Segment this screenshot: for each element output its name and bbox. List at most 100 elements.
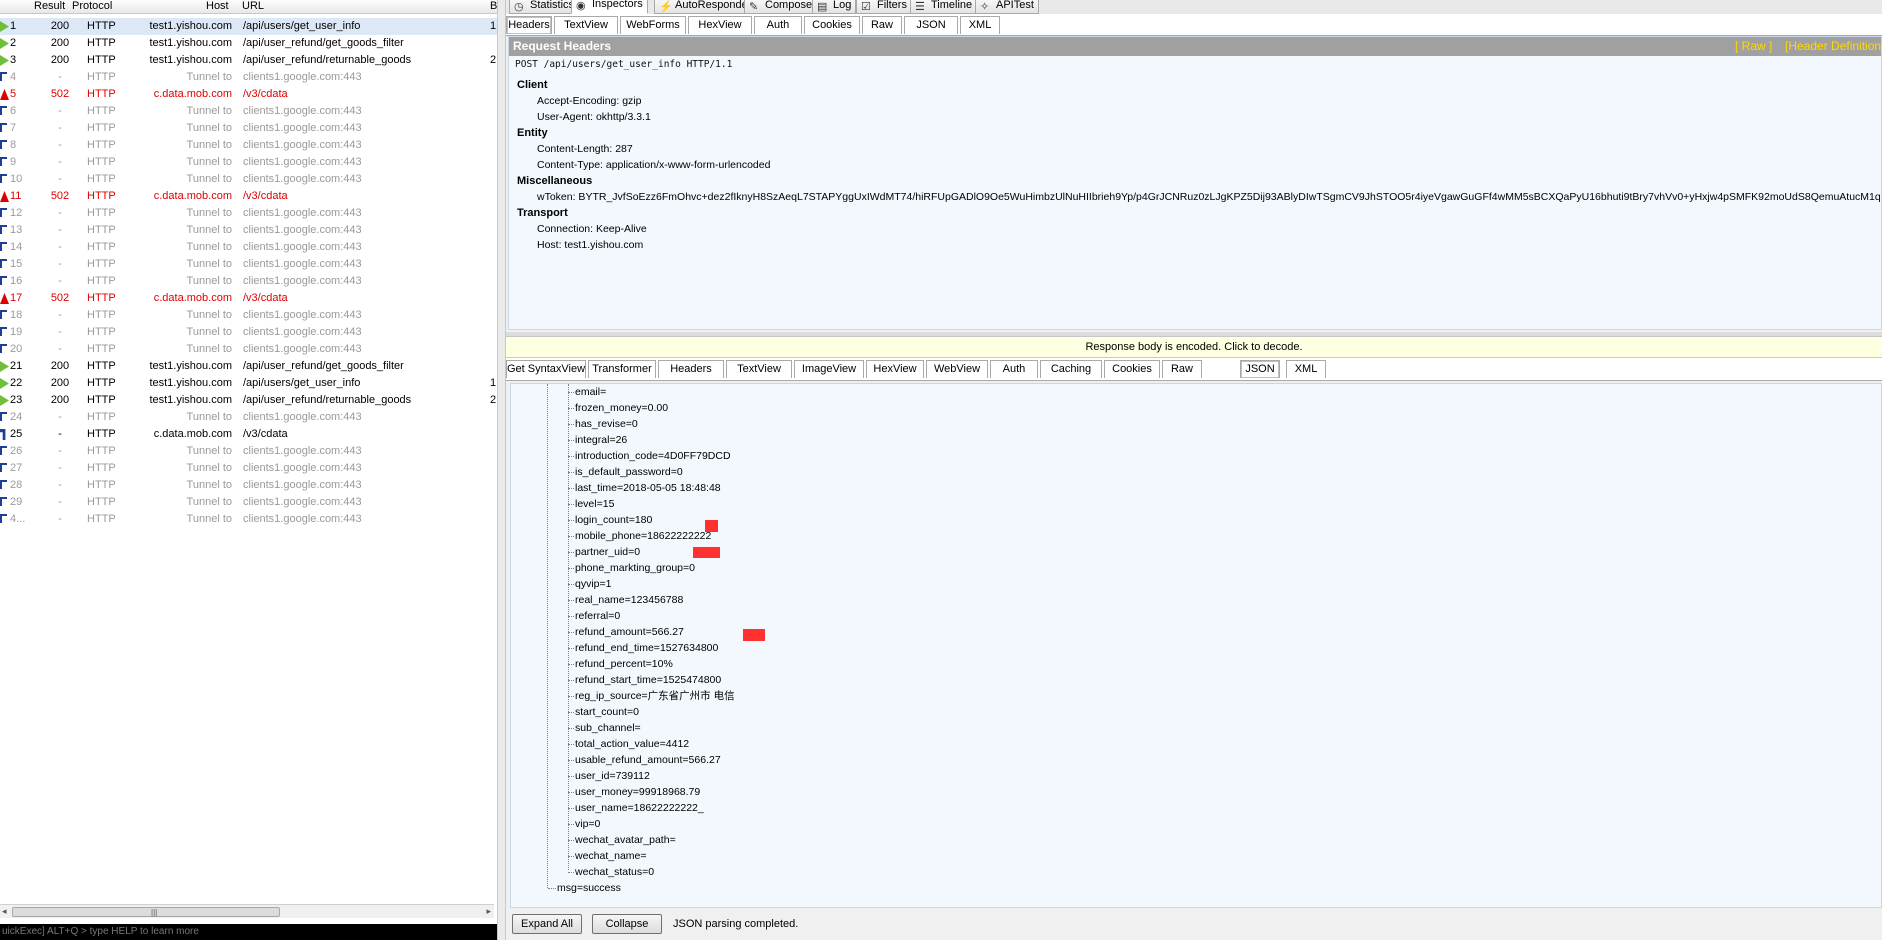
json-node[interactable]: usable_refund_amount=566.27 xyxy=(568,752,721,768)
session-row[interactable]: 20 - HTTP Tunnel to clients1.google.com:443 xyxy=(0,341,497,358)
json-node[interactable]: sub_channel= xyxy=(568,720,641,736)
json-node[interactable]: wechat_name= xyxy=(568,848,647,864)
tab-statistics[interactable]: ◷ Statistics xyxy=(509,0,580,14)
session-row[interactable]: 21 200 HTTP test1.yishou.com/api/user_refun… xyxy=(0,358,497,375)
main-splitter[interactable] xyxy=(497,0,506,940)
json-node[interactable]: introduction_code=4D0FF79DCD xyxy=(568,448,731,464)
session-row[interactable]: 10 - HTTP Tunnel to clients1.google.com:443 xyxy=(0,171,497,188)
tab-apitest[interactable]: ✧ APITest xyxy=(975,0,1039,14)
json-node[interactable]: qyvip=1 xyxy=(567,576,611,592)
session-row[interactable]: 17 502 HTTP c.data.mob.com/v3/cdata xyxy=(0,290,497,307)
expand-all-button[interactable]: Expand All xyxy=(512,914,582,934)
session-row[interactable]: 29 - HTTP Tunnel to clients1.google.com:443 xyxy=(0,494,497,511)
session-row[interactable]: 6 - HTTP Tunnel to clients1.google.com:443 xyxy=(0,103,497,120)
response-tab-headers[interactable]: Headers xyxy=(658,360,724,378)
json-node[interactable]: user_money=99918968.79 xyxy=(567,784,700,800)
response-tab-cookies[interactable]: Cookies xyxy=(1104,360,1160,378)
tab-inspectors[interactable]: ◉ Inspectors xyxy=(571,0,648,14)
request-tab-xml[interactable]: XML xyxy=(960,16,1000,34)
session-row[interactable]: 4 - HTTP Tunnel to clients1.google.com:443 xyxy=(0,69,497,86)
response-tab-hexview[interactable]: HexView xyxy=(866,360,924,378)
request-tab-auth[interactable]: Auth xyxy=(754,16,802,34)
session-row[interactable]: 26 - HTTP Tunnel to clients1.google.com:443 xyxy=(0,443,497,460)
json-node[interactable]: user_name=18622222222_ xyxy=(568,800,704,816)
response-tab-get-syntaxview[interactable]: Get SyntaxView xyxy=(506,360,586,378)
session-row[interactable]: 11 502 HTTP c.data.mob.com/v3/cdata xyxy=(0,188,497,205)
response-tab-caching[interactable]: Caching xyxy=(1040,360,1102,378)
raw-link[interactable]: [ Raw ] xyxy=(1735,37,1772,56)
session-row[interactable]: 24 - HTTP Tunnel to clients1.google.com:443 xyxy=(0,409,497,426)
tab-timeline[interactable]: ☰ Timeline xyxy=(910,0,978,14)
scrollbar-thumb[interactable]: ||| xyxy=(12,907,280,917)
request-tab-textview[interactable]: TextView xyxy=(554,16,618,34)
json-node[interactable]: level=15 xyxy=(567,496,614,512)
session-row[interactable]: 3 200 HTTP test1.yishou.com/api/user_refund… xyxy=(0,52,497,69)
session-row[interactable]: 12 - HTTP Tunnel to clients1.google.com:443 xyxy=(0,205,497,222)
tab-log[interactable]: ▤ Log xyxy=(812,0,857,14)
session-row[interactable]: 4... - HTTP Tunnel to clients1.google.com:44… xyxy=(0,511,497,528)
decode-banner[interactable]: Response body is encoded. Click to decod… xyxy=(506,336,1882,358)
request-tab-webforms[interactable]: WebForms xyxy=(620,16,686,34)
request-tab-cookies[interactable]: Cookies xyxy=(804,16,860,34)
json-node[interactable]: vip=0 xyxy=(567,816,600,832)
session-row[interactable]: 7 - HTTP Tunnel to clients1.google.com:443 xyxy=(0,120,497,137)
session-row[interactable]: 25 - HTTP c.data.mob.com/v3/cdata xyxy=(0,426,497,443)
tab-autoresponder[interactable]: ⚡ AutoResponder xyxy=(654,0,757,14)
json-node[interactable]: reg_ip_source=广东省广州市 电信 xyxy=(568,688,735,704)
json-node[interactable]: last_time=2018-05-05 18:48:48 xyxy=(568,480,721,496)
tab-composer[interactable]: ✎ Composer xyxy=(744,0,821,14)
json-node[interactable]: mobile_phone=18622222222 xyxy=(567,528,711,544)
column-protocol[interactable]: Protocol xyxy=(72,0,112,13)
session-row[interactable]: 8 - HTTP Tunnel to clients1.google.com:443 xyxy=(0,137,497,154)
json-node[interactable]: phone_markting_group=0 xyxy=(568,560,695,576)
json-node[interactable]: integral=26 xyxy=(567,432,627,448)
collapse-button[interactable]: Collapse xyxy=(592,914,662,934)
response-tab-xml[interactable]: XML xyxy=(1286,360,1326,378)
session-row[interactable]: 19 - HTTP Tunnel to clients1.google.com:443 xyxy=(0,324,497,341)
request-tab-headers[interactable]: Headers xyxy=(506,16,552,34)
json-node[interactable]: user_id=739112 xyxy=(568,768,650,784)
request-tab-raw[interactable]: Raw xyxy=(862,16,902,34)
request-tab-json[interactable]: JSON xyxy=(904,16,958,34)
json-node[interactable]: refund_start_time=1525474800 xyxy=(567,672,721,688)
json-node[interactable]: login_count=180 xyxy=(567,512,652,528)
session-row[interactable]: 23 200 HTTP test1.yishou.com/api/user_refun… xyxy=(0,392,497,409)
json-node[interactable]: refund_percent=10% xyxy=(568,656,673,672)
response-tab-webview[interactable]: WebView xyxy=(926,360,988,378)
session-row[interactable]: 28 - HTTP Tunnel to clients1.google.com:443 xyxy=(0,477,497,494)
session-horizontal-scrollbar[interactable]: ◂ ||| ▸ xyxy=(0,904,494,918)
json-node-msg[interactable]: msg=success xyxy=(548,880,621,896)
column-url[interactable]: URL xyxy=(242,0,264,13)
json-node[interactable]: refund_amount=566.27 xyxy=(568,624,684,640)
session-row[interactable]: 16 - HTTP Tunnel to clients1.google.com:443 xyxy=(0,273,497,290)
session-row[interactable]: 18 - HTTP Tunnel to clients1.google.com:443 xyxy=(0,307,497,324)
response-tab-auth[interactable]: Auth xyxy=(990,360,1038,378)
response-tab-imageview[interactable]: ImageView xyxy=(794,360,864,378)
session-row[interactable]: 1 200 HTTP test1.yishou.com/api/users/get_u… xyxy=(0,18,497,35)
session-row[interactable]: 14 - HTTP Tunnel to clients1.google.com:443 xyxy=(0,239,497,256)
session-row[interactable]: 15 - HTTP Tunnel to clients1.google.com:443 xyxy=(0,256,497,273)
json-node[interactable]: start_count=0 xyxy=(568,704,639,720)
json-node[interactable]: has_revise=0 xyxy=(568,416,638,432)
response-tab-transformer[interactable]: Transformer xyxy=(588,360,656,378)
json-node[interactable]: email= xyxy=(567,384,606,400)
response-tab-textview[interactable]: TextView xyxy=(726,360,792,378)
session-row[interactable]: 9 - HTTP Tunnel to clients1.google.com:443 xyxy=(0,154,497,171)
json-node[interactable]: referral=0 xyxy=(567,608,620,624)
json-node[interactable]: real_name=123456788 xyxy=(567,592,683,608)
scroll-right-icon[interactable]: ▸ xyxy=(486,906,491,917)
json-node[interactable]: total_action_value=4412 xyxy=(567,736,689,752)
session-row[interactable]: 27 - HTTP Tunnel to clients1.google.com:443 xyxy=(0,460,497,477)
response-tab-raw[interactable]: Raw xyxy=(1162,360,1202,378)
request-tab-hexview[interactable]: HexView xyxy=(688,16,752,34)
json-node[interactable]: frozen_money=0.00 xyxy=(567,400,668,416)
json-node[interactable]: partner_uid=0 xyxy=(567,544,640,560)
session-row[interactable]: 2 200 HTTP test1.yishou.com/api/user_refund… xyxy=(0,35,497,52)
session-row[interactable]: 13 - HTTP Tunnel to clients1.google.com:443 xyxy=(0,222,497,239)
response-tab-json[interactable]: JSON xyxy=(1240,360,1280,378)
json-node[interactable]: wechat_avatar_path= xyxy=(568,832,676,848)
json-node[interactable]: is_default_password=0 xyxy=(568,464,683,480)
column-result[interactable]: Result xyxy=(34,0,65,13)
tab-filters[interactable]: ☑ Filters xyxy=(856,0,912,14)
session-row[interactable]: 22 200 HTTP test1.yishou.com/api/users/get_… xyxy=(0,375,497,392)
